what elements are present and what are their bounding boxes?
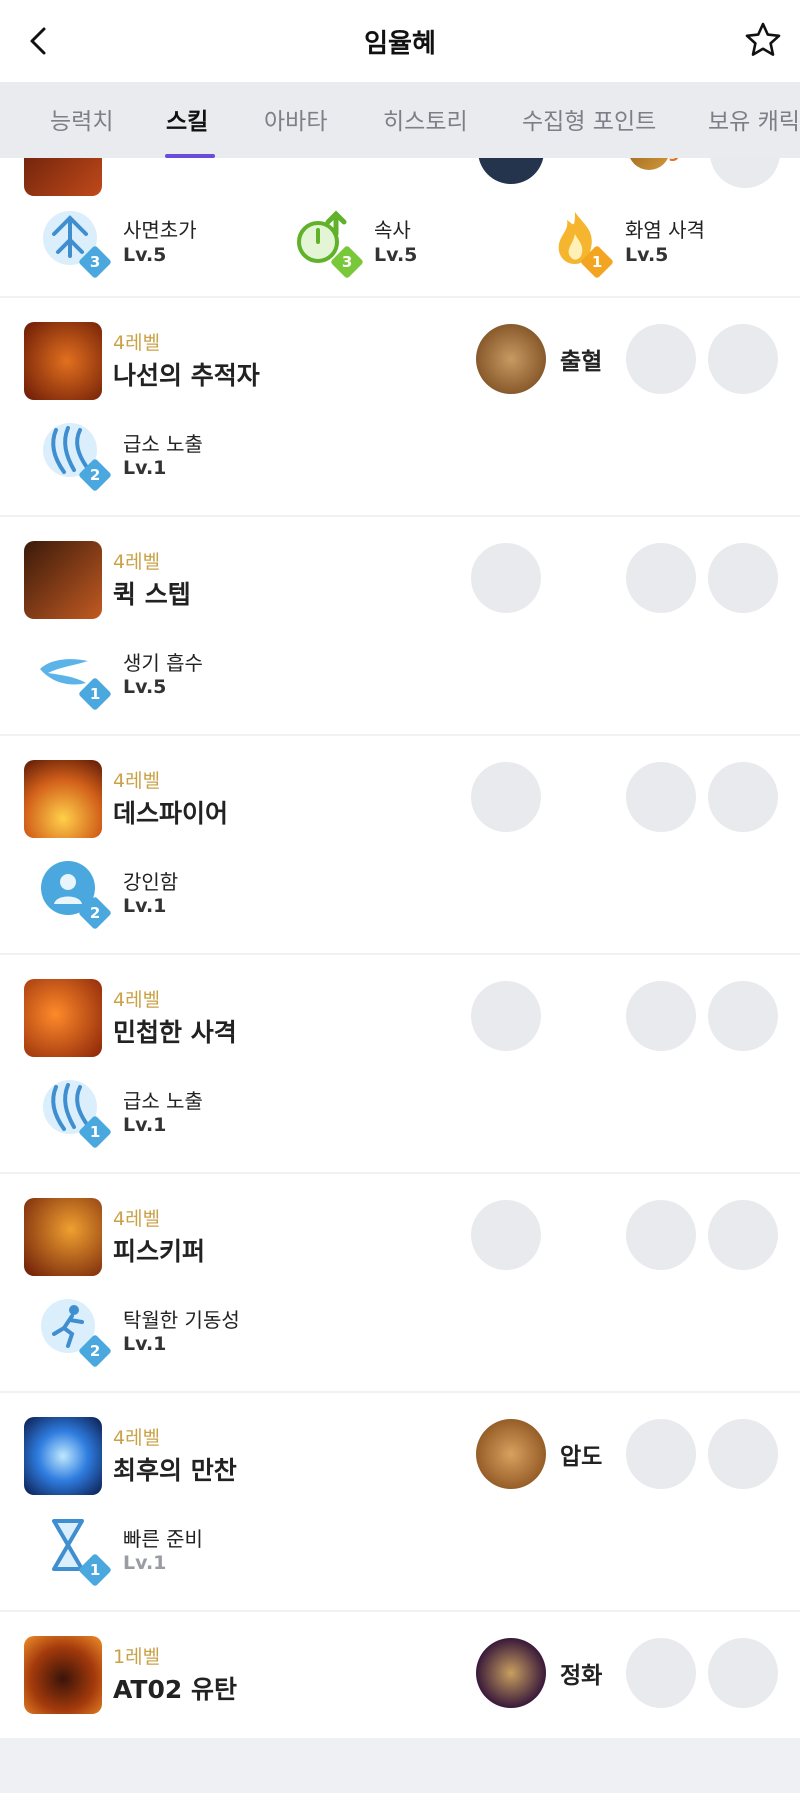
empty-slot (708, 324, 778, 394)
empty-slot (626, 762, 696, 832)
skill-level: 4레벨 (113, 989, 161, 1011)
skill-row-partial[interactable]: 9 3 사면초가 Lv.5 3 속사 Lv.5 (0, 158, 800, 298)
empty-slot (471, 543, 541, 613)
skill-icon (24, 158, 102, 196)
skill-level: 4레벨 (113, 551, 161, 573)
empty-slot (708, 1419, 778, 1489)
skill-level: 4레벨 (113, 1208, 161, 1230)
empty-slot (626, 1638, 696, 1708)
empty-slot (708, 1200, 778, 1270)
skill-icon (24, 1198, 102, 1276)
gem-level: Lv.5 (374, 244, 418, 266)
empty-slot (471, 762, 541, 832)
gem-level: Lv.1 (123, 457, 167, 479)
tab-stats[interactable]: 능력치 (50, 102, 113, 136)
tab-skills[interactable]: 스킬 (166, 102, 208, 136)
gem-name: 탁월한 기동성 (123, 1308, 240, 1332)
gem-level: Lv.1 (123, 1552, 167, 1574)
gem-level: Lv.5 (625, 244, 669, 266)
skill-row[interactable]: 1레벨 AT02 유탄 정화 (0, 1612, 800, 1738)
empty-slot (626, 1200, 696, 1270)
tab-history[interactable]: 히스토리 (383, 102, 468, 136)
empty-slot (710, 158, 780, 188)
gem-count: 9 (668, 158, 680, 166)
page: 임율혜 능력치 스킬 아바타 히스토리 수집형 포인트 보유 캐릭 9 3 사면 (0, 0, 800, 1793)
skill-name: 최후의 만찬 (113, 1456, 237, 1485)
skill-level: 4레벨 (113, 1427, 161, 1449)
gem-name: 속사 (374, 218, 411, 242)
skill-icon (24, 1636, 102, 1714)
skill-row[interactable]: 4레벨 퀵 스텝 1 생기 흡수 Lv.5 (0, 517, 800, 736)
gem-name: 사면초가 (123, 218, 197, 242)
skill-icon (24, 760, 102, 838)
empty-slot (708, 543, 778, 613)
tab-bar: 능력치 스킬 아바타 히스토리 수집형 포인트 보유 캐릭 (0, 82, 800, 158)
gem-name: 빠른 준비 (123, 1527, 203, 1551)
skill-name: 민첩한 사격 (113, 1018, 237, 1047)
gem-name: 급소 노출 (123, 1089, 203, 1113)
rune-icon (478, 158, 544, 184)
gem-name: 생기 흡수 (123, 651, 203, 675)
gem-icon (628, 158, 670, 170)
tab-collectibles[interactable]: 수집형 포인트 (522, 102, 656, 136)
rune-name: 출혈 (560, 349, 603, 375)
skill-icon (24, 1417, 102, 1495)
skill-row[interactable]: 4레벨 민첩한 사격 1 급소 노출 Lv.1 (0, 955, 800, 1174)
skill-list: 9 3 사면초가 Lv.5 3 속사 Lv.5 (0, 158, 800, 1738)
bottom-spacer (0, 1738, 800, 1793)
skill-icon (24, 541, 102, 619)
rune-icon (476, 1638, 546, 1708)
back-arrow-icon[interactable] (22, 24, 56, 58)
gem-level: Lv.1 (123, 1114, 167, 1136)
skill-row[interactable]: 4레벨 피스키퍼 2 탁월한 기동성 Lv.1 (0, 1174, 800, 1393)
tab-avatar[interactable]: 아바타 (264, 102, 327, 136)
empty-slot (626, 981, 696, 1051)
empty-slot (626, 543, 696, 613)
empty-slot (708, 762, 778, 832)
empty-slot (626, 324, 696, 394)
empty-slot (708, 1638, 778, 1708)
tab-characters[interactable]: 보유 캐릭 (708, 102, 800, 136)
rune-name: 압도 (560, 1444, 603, 1470)
gem-name: 강인함 (123, 870, 179, 894)
empty-slot (708, 981, 778, 1051)
gem-level: Lv.1 (123, 1333, 167, 1355)
top-bar: 임율혜 (0, 0, 800, 82)
skill-level: 1레벨 (113, 1646, 161, 1668)
skill-name: AT02 유탄 (113, 1675, 237, 1704)
gem-level: Lv.5 (123, 244, 167, 266)
skill-icon (24, 322, 102, 400)
skill-name: 퀵 스텝 (113, 580, 191, 609)
empty-slot (626, 1419, 696, 1489)
star-icon[interactable] (744, 21, 782, 59)
empty-slot (471, 981, 541, 1051)
gem-level: Lv.1 (123, 895, 167, 917)
skill-row[interactable]: 4레벨 데스파이어 2 강인함 Lv.1 (0, 736, 800, 955)
gem-name: 급소 노출 (123, 432, 203, 456)
skill-name: 피스키퍼 (113, 1237, 206, 1266)
skill-row[interactable]: 4레벨 최후의 만찬 압도 1 빠른 준비 Lv.1 (0, 1393, 800, 1612)
skill-level: 4레벨 (113, 332, 161, 354)
skill-level: 4레벨 (113, 770, 161, 792)
gem-name: 화염 사격 (625, 218, 705, 242)
rune-name: 정화 (560, 1663, 603, 1689)
rune-icon (476, 324, 546, 394)
gem-level: Lv.5 (123, 676, 167, 698)
skill-name: 나선의 추적자 (113, 361, 260, 390)
page-title: 임율혜 (364, 28, 436, 59)
skill-row[interactable]: 4레벨 나선의 추적자 출혈 2 급소 노출 Lv.1 (0, 298, 800, 517)
skill-icon (24, 979, 102, 1057)
rune-icon (476, 1419, 546, 1489)
skill-name: 데스파이어 (113, 799, 229, 828)
empty-slot (471, 1200, 541, 1270)
